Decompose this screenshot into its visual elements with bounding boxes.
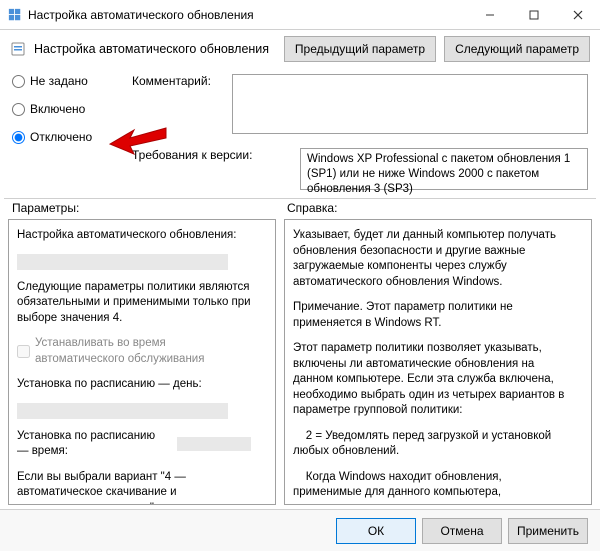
maximize-icon [529,10,539,20]
policy-icon [10,41,26,57]
radio-disabled-input[interactable] [12,131,25,144]
help-content[interactable]: Указывает, будет ли данный компьютер пол… [285,220,591,504]
panes-container: Настройка автоматического обновления: Сл… [0,219,600,505]
radio-enabled-input[interactable] [12,103,25,116]
help-pane: Указывает, будет ли данный компьютер пол… [284,219,592,505]
next-param-button[interactable]: Следующий параметр [444,36,590,62]
ok-button[interactable]: ОК [336,518,416,544]
radio-label: Включено [30,102,85,116]
fields-column: Комментарий: Требования к версии: Window… [132,74,588,190]
version-requirements: Windows XP Professional с пакетом обновл… [300,148,588,190]
radio-group: Не задано Включено Отключено [12,74,116,190]
help-para3: Этот параметр политики позволяет указыва… [293,341,567,419]
window-controls [468,0,600,29]
subheader-label: Настройка автоматического обновления [34,42,276,56]
window-title: Настройка автоматического обновления [28,8,254,22]
radio-not-configured[interactable]: Не задано [12,74,116,88]
help-header: Справка: [287,201,337,215]
titlebar: Настройка автоматического обновления [0,0,600,30]
checkbox-label: Устанавливать во время автоматического о… [35,336,251,367]
apply-button[interactable]: Применить [508,518,588,544]
radio-label: Отключено [30,130,92,144]
params-bottom-text: Если вы выбрали вариант "4 — автоматичес… [17,470,251,504]
close-button[interactable] [556,0,600,29]
state-section: Не задано Включено Отключено Комментарий… [0,68,600,190]
params-title: Настройка автоматического обновления: [17,228,251,244]
help-para2: Примечание. Этот параметр политики не пр… [293,300,567,331]
schedule-time-label: Установка по расписанию — время: [17,429,169,460]
dialog-footer: ОК Отмена Применить [0,509,600,551]
schedule-day-label: Установка по расписанию — день: [17,377,251,393]
minimize-button[interactable] [468,0,512,29]
version-label: Требования к версии: [132,148,270,162]
subheader: Настройка автоматического обновления Пре… [0,30,600,68]
help-para5: Когда Windows находит обновления, примен… [293,470,567,504]
schedule-day-combo[interactable] [17,403,228,419]
install-maintenance-checkbox[interactable]: Устанавливать во время автоматического о… [17,336,251,367]
panes-header: Параметры: Справка: [0,199,600,219]
combo-placeholder[interactable] [17,254,228,270]
close-icon [573,10,583,20]
radio-disabled[interactable]: Отключено [12,130,116,144]
comment-textarea[interactable] [232,74,588,134]
help-para1: Указывает, будет ли данный компьютер пол… [293,228,567,290]
params-note: Следующие параметры политики являются об… [17,280,251,327]
radio-enabled[interactable]: Включено [12,102,116,116]
parameters-pane: Настройка автоматического обновления: Сл… [8,219,276,505]
minimize-icon [485,10,495,20]
schedule-time-combo[interactable] [177,437,251,451]
radio-not-configured-input[interactable] [12,75,25,88]
maximize-button[interactable] [512,0,556,29]
checkbox-input [17,345,30,358]
app-icon [8,8,22,22]
parameters-content[interactable]: Настройка автоматического обновления: Сл… [9,220,275,504]
params-header: Параметры: [12,201,287,215]
comment-label: Комментарий: [132,74,222,88]
cancel-button[interactable]: Отмена [422,518,502,544]
help-para4: 2 = Уведомлять перед загрузкой и установ… [293,429,567,460]
prev-param-button[interactable]: Предыдущий параметр [284,36,436,62]
radio-label: Не задано [30,74,88,88]
